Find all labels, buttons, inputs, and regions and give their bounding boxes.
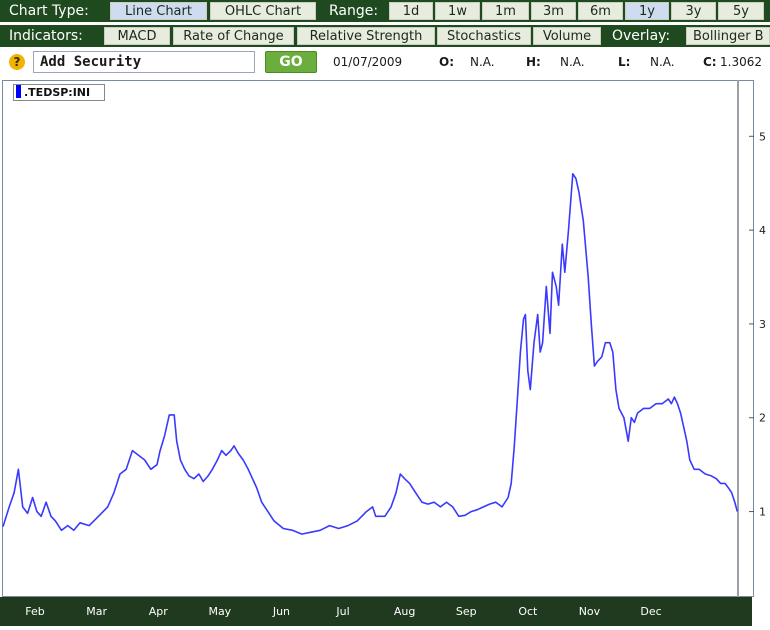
go-button[interactable]: GO	[265, 51, 317, 73]
help-icon[interactable]: ?	[9, 54, 25, 70]
close-label: C:	[703, 55, 717, 69]
legend-label: .TEDSP:INI	[24, 86, 91, 99]
x-month-label: Oct	[518, 605, 538, 618]
x-month-label: Nov	[579, 605, 601, 618]
volume-button[interactable]: Volume	[533, 27, 601, 45]
indicators-label: Indicators:	[9, 28, 83, 44]
quote-bar: ? Add Security GO 01/07/2009 O: N.A. H: …	[0, 49, 770, 76]
chart-toolbar: Chart Type: Line Chart OHLC Chart Range:…	[0, 0, 770, 22]
x-month-label: Mar	[86, 605, 107, 618]
low-label: L:	[618, 55, 631, 69]
crosshair-line[interactable]	[737, 80, 739, 597]
macd-button[interactable]: MACD	[104, 27, 170, 45]
high-value: N.A.	[560, 55, 585, 69]
x-month-label: May	[208, 605, 231, 618]
range-label: Range:	[329, 3, 379, 19]
quote-date: 01/07/2009	[333, 55, 403, 69]
overlay-label: Overlay:	[612, 28, 671, 44]
chart-plot-area[interactable]	[2, 80, 754, 597]
range-1d-button[interactable]: 1d	[389, 2, 433, 20]
chart-legend: .TEDSP:INI	[13, 84, 105, 101]
x-axis-svg: Feb Mar Apr May Jun Jul Aug Sep Oct Nov Dec	[25, 605, 661, 618]
range-3y-button[interactable]: 3y	[671, 2, 716, 20]
range-1m-button[interactable]: 1m	[482, 2, 529, 20]
x-month-label: Dec	[640, 605, 661, 618]
open-value: N.A.	[470, 55, 495, 69]
line-chart-button[interactable]: Line Chart	[110, 2, 207, 20]
high-label: H:	[526, 55, 541, 69]
range-1y-button[interactable]: 1y	[625, 2, 669, 20]
indicators-toolbar: Indicators: MACD Rate of Change Relative…	[0, 25, 770, 47]
bollinger-bands-button[interactable]: Bollinger B	[686, 27, 770, 45]
close-value: 1.3062	[720, 55, 762, 69]
low-value: N.A.	[650, 55, 675, 69]
x-month-label: Aug	[394, 605, 415, 618]
ohlc-chart-button[interactable]: OHLC Chart	[210, 2, 316, 20]
range-3m-button[interactable]: 3m	[531, 2, 576, 20]
x-axis-bar: Feb Mar Apr May Jun Jul Aug Sep Oct Nov Dec	[0, 597, 752, 626]
range-1w-button[interactable]: 1w	[435, 2, 480, 20]
x-month-label: Feb	[25, 605, 44, 618]
open-label: O:	[439, 55, 454, 69]
relative-strength-button[interactable]: Relative Strength	[297, 27, 435, 45]
x-month-label: Sep	[456, 605, 477, 618]
y-axis-strip	[754, 80, 770, 597]
x-month-label: Jun	[272, 605, 290, 618]
stochastics-button[interactable]: Stochastics	[437, 27, 531, 45]
chart-type-label: Chart Type:	[9, 3, 89, 19]
legend-swatch-icon	[16, 85, 21, 98]
range-6m-button[interactable]: 6m	[578, 2, 623, 20]
x-month-label: Jul	[335, 605, 349, 618]
x-month-label: Apr	[149, 605, 169, 618]
rate-of-change-button[interactable]: Rate of Change	[173, 27, 294, 45]
range-5y-button[interactable]: 5y	[718, 2, 764, 20]
add-security-input[interactable]: Add Security	[33, 51, 255, 73]
